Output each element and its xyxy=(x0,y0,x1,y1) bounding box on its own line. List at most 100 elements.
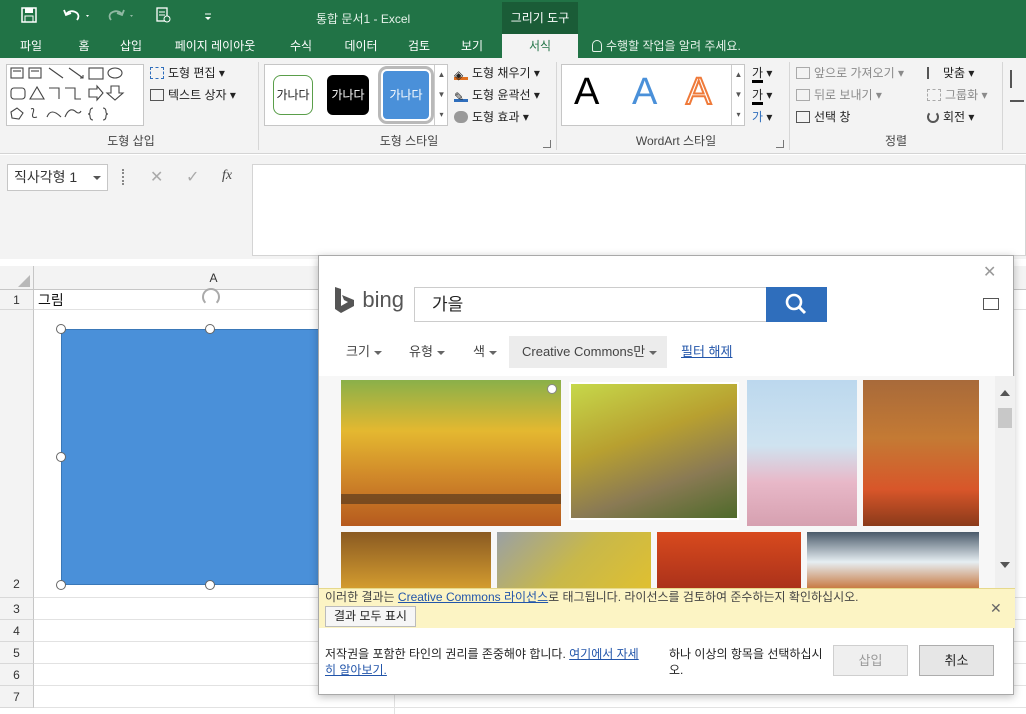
clear-filter-link[interactable]: 필터 해제 xyxy=(681,342,732,362)
tab-data[interactable]: 데이터 xyxy=(334,34,388,58)
results-scrollbar[interactable] xyxy=(995,376,1015,588)
cancel-button[interactable]: 취소 xyxy=(919,645,994,676)
row-header-4[interactable]: 4 xyxy=(0,620,34,642)
creative-commons-link[interactable]: Creative Commons 라이선스 xyxy=(398,590,548,604)
wordart-sample-blue[interactable]: A xyxy=(632,71,657,114)
rotate-button[interactable]: 회전 ▾ xyxy=(927,108,974,126)
select-all-corner[interactable] xyxy=(0,266,34,290)
insert-function-icon[interactable]: fx xyxy=(222,168,232,184)
customize-qat-icon[interactable] xyxy=(200,7,216,27)
shape-effects-button[interactable]: 도형 효과 ▾ xyxy=(454,108,529,126)
row-header-7[interactable]: 7 xyxy=(0,686,34,708)
dialog-close-icon[interactable]: ✕ xyxy=(983,262,996,282)
size-width-icon[interactable] xyxy=(1010,100,1024,114)
license-notice-bar: 이러한 결과는 Creative Commons 라이선스로 태그됩니다. 라이… xyxy=(319,588,1015,628)
tab-home[interactable]: 홈 xyxy=(66,34,102,58)
tab-view[interactable]: 보기 xyxy=(450,34,494,58)
name-box[interactable]: 직사각형 1 xyxy=(7,164,108,191)
text-box-button[interactable]: 텍스트 상자 ▾ xyxy=(150,86,236,104)
scroll-up-icon[interactable] xyxy=(1000,390,1010,396)
rectangle-shape[interactable] xyxy=(61,329,341,585)
shape-outline-button[interactable]: ✎ 도형 윤곽선 ▾ xyxy=(454,86,540,104)
wordart-gallery[interactable]: A A A ▲ ▼ ▾ xyxy=(561,64,745,126)
gallery-scroll[interactable]: ▲ ▼ ▾ xyxy=(731,65,745,125)
filter-size[interactable]: 크기 xyxy=(346,342,382,362)
name-box-value: 직사각형 1 xyxy=(14,169,78,185)
tab-format[interactable]: 서식 xyxy=(502,34,578,58)
scroll-down-icon[interactable] xyxy=(1000,562,1010,568)
quick-print-icon[interactable] xyxy=(152,7,174,27)
resize-handle[interactable] xyxy=(56,452,66,462)
shape-style-sample-outline[interactable]: 가나다 xyxy=(273,75,313,115)
redo-icon[interactable] xyxy=(104,7,138,27)
filter-type[interactable]: 유형 xyxy=(409,342,445,362)
formula-bar-grip-icon[interactable] xyxy=(122,169,125,185)
scroll-thumb[interactable] xyxy=(998,408,1012,428)
size-height-icon[interactable] xyxy=(1010,70,1022,88)
filter-creative-commons[interactable]: Creative Commons만 xyxy=(509,336,667,368)
shape-fill-button[interactable]: ◈ 도형 채우기 ▾ xyxy=(454,64,540,82)
selection-pane-label: 선택 창 xyxy=(814,110,851,124)
show-all-results-button[interactable]: 결과 모두 표시 xyxy=(325,606,416,627)
shapes-gallery-icons xyxy=(10,67,125,121)
tab-page-layout[interactable]: 페이지 레이아웃 xyxy=(162,34,268,58)
send-backward-button[interactable]: 뒤로 보내기 ▾ xyxy=(796,86,882,104)
resize-handle[interactable] xyxy=(205,324,215,334)
shape-style-sample-black[interactable]: 가나다 xyxy=(327,75,369,115)
search-button[interactable] xyxy=(766,287,827,322)
row-header-3[interactable]: 3 xyxy=(0,598,34,620)
formula-input[interactable] xyxy=(252,164,1026,256)
edit-shape-button[interactable]: 도형 편집 ▾ xyxy=(150,64,225,82)
tab-formulas[interactable]: 수식 xyxy=(278,34,324,58)
text-effects-button[interactable]: 가 ▾ xyxy=(752,108,772,126)
notice-close-icon[interactable]: ✕ xyxy=(990,600,1002,617)
search-input[interactable]: 가을 xyxy=(414,287,767,322)
tab-file[interactable]: 파일 xyxy=(8,34,54,58)
resize-handle[interactable] xyxy=(205,580,215,590)
result-image[interactable] xyxy=(497,532,651,588)
result-image[interactable] xyxy=(807,532,979,588)
result-image[interactable] xyxy=(341,532,491,588)
text-fill-button[interactable]: 가 ▾ xyxy=(752,64,772,83)
selection-pane-button[interactable]: 선택 창 xyxy=(796,108,850,126)
bring-forward-button[interactable]: 앞으로 가져오기 ▾ xyxy=(796,64,904,82)
result-image[interactable] xyxy=(747,380,857,526)
wordart-launcher-icon[interactable] xyxy=(776,140,784,148)
resize-handle[interactable] xyxy=(56,580,66,590)
group-label-wordart: WordArt 스타일 xyxy=(635,134,717,148)
cell-a1[interactable]: 그림 xyxy=(38,290,64,310)
filter-color[interactable]: 색 xyxy=(473,342,497,362)
result-image[interactable] xyxy=(569,382,739,520)
insert-button[interactable]: 삽입 xyxy=(833,645,908,676)
cancel-formula-icon[interactable]: ✕ xyxy=(150,167,163,187)
filter-color-label: 색 xyxy=(473,344,485,359)
shape-styles-gallery[interactable]: 가나다 가나다 가나다 ▲ ▼ ▾ xyxy=(264,64,448,126)
row-header-1[interactable]: 1 xyxy=(0,290,34,310)
row-header-6[interactable]: 6 xyxy=(0,664,34,686)
row-header-2[interactable]: 2 xyxy=(0,310,34,598)
undo-icon[interactable] xyxy=(60,7,94,27)
wordart-sample-orange[interactable]: A xyxy=(685,70,712,114)
wordart-sample-black[interactable]: A xyxy=(574,71,599,114)
resize-handle[interactable] xyxy=(56,324,66,334)
shape-styles-launcher-icon[interactable] xyxy=(543,140,551,148)
confirm-formula-icon[interactable]: ✓ xyxy=(186,167,199,187)
text-outline-glyph: 가 xyxy=(752,88,764,105)
tell-me-box[interactable]: 수행할 작업을 알려 주세요. xyxy=(592,34,741,58)
shapes-gallery[interactable] xyxy=(6,64,144,126)
pen-icon: ✎ xyxy=(454,88,468,104)
row-header-5[interactable]: 5 xyxy=(0,642,34,664)
align-button[interactable]: 맞춤 ▾ xyxy=(927,64,974,82)
gallery-scroll[interactable]: ▲ ▼ ▾ xyxy=(434,65,448,125)
tab-review[interactable]: 검토 xyxy=(398,34,440,58)
shape-style-sample-blue[interactable]: 가나다 xyxy=(378,66,434,124)
save-icon[interactable] xyxy=(18,7,40,27)
tab-insert[interactable]: 삽입 xyxy=(110,34,152,58)
group-button[interactable]: 그룹화 ▾ xyxy=(927,86,987,104)
feedback-icon[interactable] xyxy=(983,298,999,310)
rotate-handle-icon[interactable] xyxy=(202,288,220,306)
text-outline-button[interactable]: 가 ▾ xyxy=(752,86,772,105)
result-image[interactable] xyxy=(863,380,979,526)
result-image[interactable] xyxy=(657,532,801,588)
result-image[interactable] xyxy=(341,380,561,526)
